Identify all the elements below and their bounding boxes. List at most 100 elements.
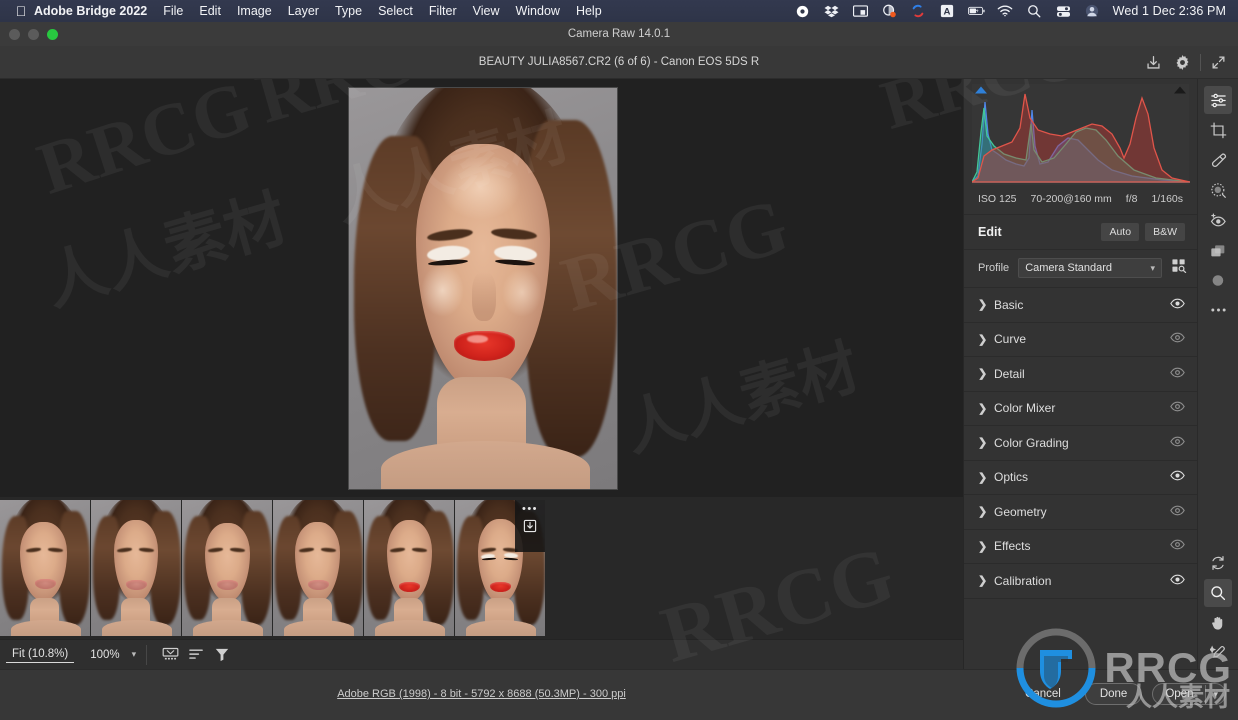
visibility-eye-icon[interactable] [1170,401,1185,415]
control-center-icon[interactable] [1055,4,1072,19]
zoom-icon[interactable] [1204,579,1232,607]
fit-zoom-label[interactable]: Fit (10.8%) [6,646,75,663]
visibility-eye-icon[interactable] [1170,574,1185,588]
section-label: Geometry [994,504,1047,519]
save-image-icon[interactable] [523,519,537,538]
edit-sliders-icon[interactable] [1204,86,1232,114]
visibility-eye-icon[interactable] [1170,539,1185,553]
highlight-clipping-indicator[interactable] [1173,85,1187,98]
filmstrip-view-icon[interactable] [157,644,183,666]
menu-item-image[interactable]: Image [237,4,272,18]
preferences-gear-icon[interactable] [1168,49,1197,76]
section-effects[interactable]: ❯ Effects [964,530,1197,564]
bw-button[interactable]: B&W [1145,223,1185,241]
filmstrip[interactable]: ••• [0,497,963,639]
colorsync-icon[interactable] [881,4,898,19]
filter-icon[interactable] [209,644,235,666]
thumbnail-6[interactable]: ••• [455,500,545,636]
section-basic[interactable]: ❯ Basic [964,288,1197,323]
histogram[interactable] [969,84,1191,185]
sync-icon[interactable] [910,4,927,19]
thumbnail-2[interactable] [91,500,181,636]
snapshots-icon[interactable] [1204,266,1232,294]
chevron-right-icon: ❯ [978,368,988,381]
save-image-icon[interactable] [1139,49,1168,76]
healing-brush-icon[interactable] [1204,146,1232,174]
section-color-grading[interactable]: ❯ Color Grading [964,426,1197,461]
menu-app-name[interactable]: Adobe Bridge 2022 [34,4,147,18]
visibility-eye-icon[interactable] [1170,436,1185,450]
main-photo[interactable] [348,87,618,490]
white-balance-eyedropper-icon[interactable] [1204,639,1232,667]
menu-item-layer[interactable]: Layer [288,4,319,18]
photo-nose [472,272,497,321]
section-calibration[interactable]: ❯ Calibration [964,564,1197,599]
fullscreen-icon[interactable] [1204,49,1233,76]
more-options-icon[interactable] [1204,296,1232,324]
display-icon[interactable] [852,4,869,19]
apple-logo-icon[interactable]:  [8,4,34,18]
search-icon[interactable] [1026,4,1043,19]
wifi-icon[interactable] [997,4,1014,19]
shadow-clipping-indicator[interactable] [974,85,988,98]
menu-item-type[interactable]: Type [335,4,362,18]
sort-icon[interactable] [183,644,209,666]
menu-item-help[interactable]: Help [576,4,602,18]
photo-cheek-highlight-left [421,264,465,317]
section-geometry[interactable]: ❯ Geometry [964,495,1197,530]
section-detail[interactable]: ❯ Detail [964,357,1197,392]
section-label: Detail [994,366,1025,381]
visibility-eye-icon[interactable] [1170,470,1185,484]
photo-cheek-highlight-right [501,268,542,317]
section-curve[interactable]: ❯ Curve [964,323,1197,357]
chevron-right-icon: ❯ [978,471,988,484]
menu-item-edit[interactable]: Edit [199,4,221,18]
profile-browser-icon[interactable] [1171,258,1187,278]
presets-icon[interactable] [1204,236,1232,264]
profile-select[interactable]: Camera Standard ▾ [1018,258,1162,278]
battery-icon[interactable] [967,4,985,19]
auto-button[interactable]: Auto [1101,223,1140,241]
hand-icon[interactable] [1204,609,1232,637]
visibility-eye-icon[interactable] [1170,332,1185,346]
edit-title: Edit [978,225,1002,239]
thumbnail-5[interactable] [364,500,454,636]
current-filename: BEAUTY JULIA8567.CR2 (6 of 6) - Canon EO… [478,56,760,68]
section-color-mixer[interactable]: ❯ Color Mixer [964,392,1197,426]
section-optics[interactable]: ❯ Optics [964,461,1197,495]
rotate-icon[interactable] [1204,549,1232,577]
cancel-button[interactable]: Cancel [1011,684,1075,704]
section-label: Effects [994,539,1031,554]
more-dots-icon[interactable]: ••• [522,504,538,515]
menu-item-file[interactable]: File [163,4,183,18]
menu-item-window[interactable]: Window [515,4,559,18]
thumbnail-1[interactable] [0,500,90,636]
menu-item-filter[interactable]: Filter [429,4,457,18]
section-label: Basic [994,297,1024,312]
thumbnail-3[interactable] [182,500,272,636]
toolbar-divider [146,644,148,665]
chevron-right-icon: ❯ [978,506,988,519]
keyboard-layout-icon[interactable]: A [939,4,956,19]
crop-icon[interactable] [1204,116,1232,144]
masking-icon[interactable] [1204,176,1232,204]
rrcg-brand-text-cn: 人人素材 [1125,683,1230,713]
record-icon[interactable] [794,4,811,19]
workflow-options-link[interactable]: Adobe RGB (1998) - 8 bit - 5792 x 8688 (… [0,688,963,700]
zoom-value: 100% [90,648,120,661]
edit-panel-header: Edit Auto B&W [964,215,1197,250]
user-avatar-icon[interactable] [1084,4,1101,19]
thumbnail-4[interactable] [273,500,363,636]
visibility-eye-icon[interactable] [1170,298,1185,312]
menu-item-select[interactable]: Select [378,4,413,18]
dropbox-icon[interactable] [823,4,840,19]
visibility-eye-icon[interactable] [1170,505,1185,519]
chevron-down-icon[interactable]: ▾ [132,649,137,660]
menu-clock[interactable]: Wed 1 Dec 2:36 PM [1113,4,1226,18]
zoom-percentage-control[interactable]: 100% ▾ [90,649,136,661]
visibility-eye-icon[interactable] [1170,367,1185,381]
red-eye-icon[interactable] [1204,206,1232,234]
image-canvas[interactable] [0,79,963,497]
histogram-graph [969,93,1191,183]
menu-item-view[interactable]: View [473,4,500,18]
